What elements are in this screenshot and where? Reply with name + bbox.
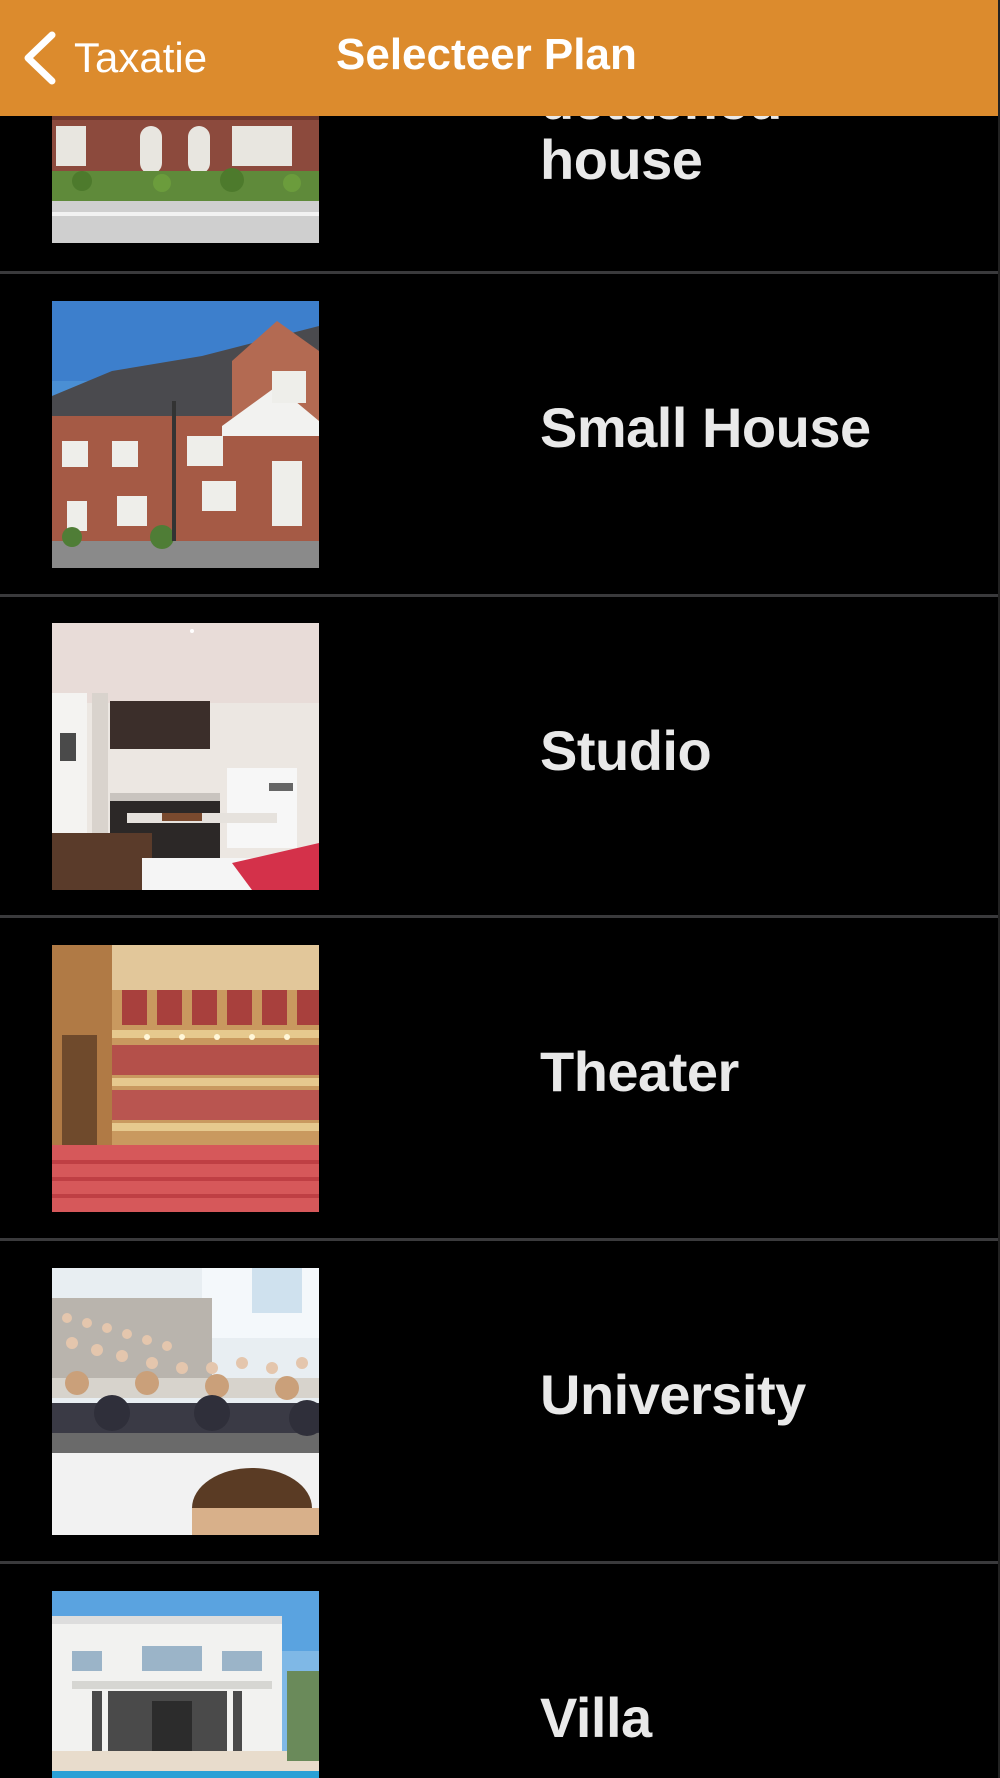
- theater-photo: [52, 945, 319, 1212]
- list-item-theater[interactable]: Theater: [0, 918, 998, 1238]
- navigation-bar: Taxatie Selecteer Plan: [0, 0, 998, 116]
- plan-label: University: [540, 1363, 806, 1426]
- list-item-small-house[interactable]: Small House: [0, 274, 998, 594]
- list-item-university[interactable]: University: [0, 1241, 998, 1561]
- small-house-photo: [52, 301, 319, 568]
- plan-label: Studio: [540, 719, 712, 782]
- villa-photo: [52, 1591, 319, 1778]
- studio-photo: [52, 623, 319, 890]
- list-item-villa[interactable]: Villa: [0, 1564, 998, 1778]
- plan-label: Villa: [540, 1686, 652, 1749]
- back-button[interactable]: Taxatie: [20, 26, 207, 90]
- list-item-studio[interactable]: Studio: [0, 597, 998, 915]
- plan-label: Theater: [540, 1040, 739, 1103]
- chevron-left-icon: [24, 31, 56, 85]
- plan-select-screen: detached house: [0, 0, 1000, 1778]
- plan-label: Small House: [540, 396, 871, 459]
- page-title: Selecteer Plan: [336, 30, 637, 79]
- plan-label-line2: house: [540, 128, 703, 191]
- back-button-label: Taxatie: [74, 34, 208, 81]
- university-photo: [52, 1268, 319, 1535]
